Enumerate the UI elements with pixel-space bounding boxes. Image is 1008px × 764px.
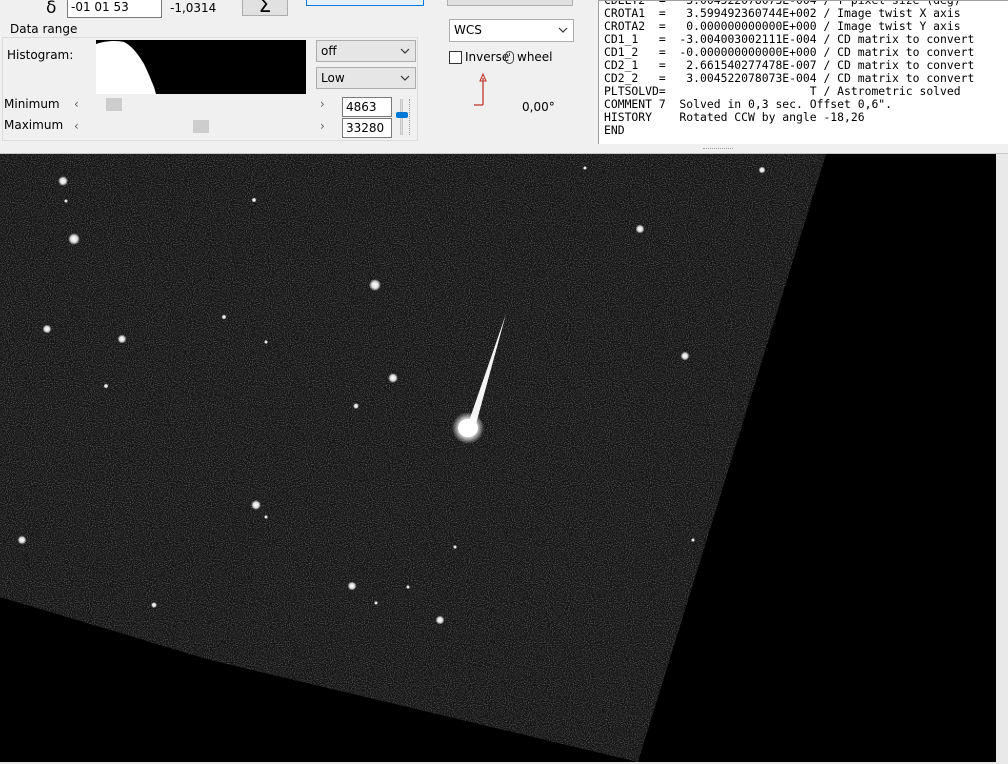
maximum-scroll-right-icon[interactable]: › — [320, 120, 325, 132]
star — [453, 545, 457, 549]
data-range-title: Data range — [8, 22, 80, 36]
star — [388, 373, 398, 383]
star — [583, 166, 587, 170]
stretch-select[interactable]: off — [316, 40, 416, 62]
star — [435, 615, 445, 625]
range-select-value: Low — [321, 71, 345, 85]
fits-header-content: CDELT2 = 3.004522078073E-004 / Y pixel s… — [599, 1, 1008, 137]
minimum-input[interactable]: 4863 — [342, 97, 392, 117]
orientation-arrow-icon — [470, 72, 490, 108]
minimum-scroll-left-icon[interactable]: ‹ — [74, 98, 79, 110]
stretch-select-value: off — [321, 44, 337, 58]
sigma-button[interactable]: Σ — [242, 0, 288, 16]
fits-header-textbox[interactable]: CDELT2 = 3.004522078073E-004 / Y pixel s… — [598, 0, 1008, 144]
fits-header-line: CD2_1 = 2.661540277478E-007 / CD matrix … — [604, 58, 975, 72]
star — [264, 340, 268, 344]
image-viewer[interactable] — [0, 154, 1008, 762]
star — [17, 535, 27, 545]
star — [374, 601, 378, 605]
maximum-scroll-left-icon[interactable]: ‹ — [74, 120, 79, 132]
star — [251, 500, 261, 510]
star — [58, 176, 68, 186]
star — [151, 602, 157, 608]
star — [680, 351, 690, 361]
rotation-angle: 0,00° — [522, 100, 555, 114]
star — [64, 199, 68, 203]
range-select[interactable]: Low — [316, 67, 416, 89]
contrast-slider-thumb[interactable] — [396, 112, 408, 118]
star — [691, 538, 695, 542]
fits-header-line: COMMENT 7 Solved in 0,3 sec. Offset 0,6"… — [604, 97, 893, 111]
chevron-down-icon — [399, 44, 411, 58]
star — [117, 334, 127, 344]
wheel-label: wheel — [517, 50, 553, 64]
minimum-scrollbar[interactable] — [84, 98, 318, 111]
mouse-icon — [505, 51, 514, 64]
fits-header-line: HISTORY Rotated CCW by angle -18,26 — [604, 110, 865, 124]
image-scrollbar[interactable] — [996, 154, 1008, 762]
contrast-slider[interactable] — [396, 97, 414, 137]
comet-nucleus — [458, 419, 478, 437]
fits-header-line: CROTA2 = 0.000000000000E+000 / Image twi… — [604, 19, 961, 33]
top-right-button[interactable] — [447, 0, 573, 6]
star — [251, 197, 257, 203]
fits-header-line: CD2_2 = 3.004522078073E-004 / CD matrix … — [604, 71, 975, 85]
sigma-icon: Σ — [258, 0, 272, 17]
maximum-input[interactable]: 33280 — [342, 118, 392, 138]
maximum-scrollbar[interactable] — [84, 120, 318, 133]
solve-button[interactable] — [306, 0, 424, 6]
fits-header-line: CROTA1 = 3.599492360744E+002 / Image twi… — [604, 6, 961, 20]
declination-decimal: -1,0314 — [170, 1, 217, 15]
minimum-label: Minimum — [4, 97, 60, 111]
star — [68, 233, 80, 245]
declination-input[interactable]: -01 01 53 — [67, 0, 162, 18]
star — [369, 279, 381, 291]
chevron-down-icon — [557, 23, 569, 37]
star — [103, 383, 109, 389]
projection-select[interactable]: WCS — [449, 19, 574, 42]
star — [758, 166, 766, 174]
inverse-checkbox[interactable] — [449, 51, 462, 64]
projection-select-value: WCS — [454, 23, 482, 37]
minimum-scroll-thumb[interactable] — [106, 98, 122, 111]
splitter-grip-icon — [703, 148, 733, 151]
delta-symbol: δ — [46, 0, 57, 18]
star — [221, 314, 227, 320]
star — [353, 403, 359, 409]
slider-ticks — [409, 99, 413, 135]
inverse-label: Inverse — [465, 50, 510, 64]
maximum-scroll-thumb[interactable] — [193, 120, 209, 133]
fits-header-line: END — [604, 123, 625, 137]
minimum-scroll-right-icon[interactable]: › — [320, 98, 325, 110]
histogram-label: Histogram: — [7, 48, 74, 62]
fits-header-line: CD1_1 = -3.004003002111E-004 / CD matrix… — [604, 32, 975, 46]
star — [635, 224, 645, 234]
fits-header-line: PLTSOLVD= T / Astrometric solved — [604, 84, 961, 98]
star — [406, 585, 410, 589]
maximum-label: Maximum — [4, 118, 64, 132]
star — [264, 515, 268, 519]
star — [42, 324, 52, 334]
histogram-plot[interactable] — [96, 40, 306, 94]
chevron-down-icon — [399, 71, 411, 85]
panel-splitter[interactable] — [0, 146, 1008, 154]
control-panel: δ -01 01 53 -1,0314 Σ Data range Histogr… — [0, 0, 1008, 150]
fits-header-line: CD1_2 = -0.000000000000E+000 / CD matrix… — [604, 45, 975, 59]
star — [347, 581, 357, 591]
